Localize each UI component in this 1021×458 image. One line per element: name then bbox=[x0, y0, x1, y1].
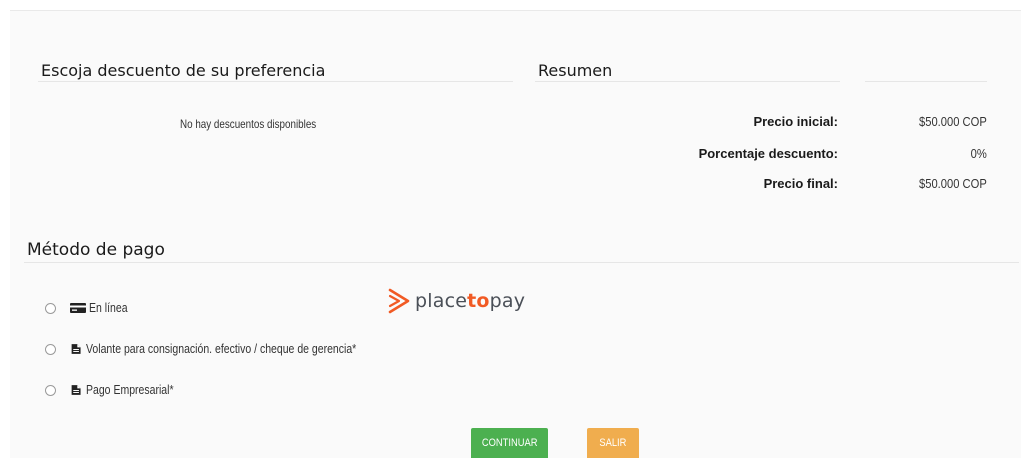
final-price-label: Precio final: bbox=[763, 176, 838, 191]
payment-option-online-radio[interactable] bbox=[45, 302, 56, 314]
payment-option-voucher-label: Volante para consignación. efectivo / ch… bbox=[86, 342, 357, 356]
discount-percent-value: 0% bbox=[970, 146, 987, 161]
payment-option-business-radio[interactable] bbox=[45, 384, 56, 396]
placetopay-wordmark: placetopay bbox=[415, 290, 526, 312]
initial-price-label: Precio inicial: bbox=[753, 114, 838, 129]
continue-button[interactable]: CONTINUAR bbox=[471, 428, 548, 458]
payment-option-business-label: Pago Empresarial* bbox=[86, 383, 174, 397]
document-icon bbox=[71, 344, 81, 354]
initial-price-value: $50.000 COP bbox=[919, 114, 987, 129]
payment-option-voucher-radio[interactable] bbox=[45, 343, 56, 355]
payment-option-business[interactable]: Pago Empresarial* bbox=[45, 381, 190, 399]
summary-divider-right bbox=[865, 81, 987, 82]
discounts-title: Escoja descuento de su preferencia bbox=[41, 61, 326, 80]
discount-percent-label: Porcentaje descuento: bbox=[698, 146, 838, 161]
payment-option-voucher[interactable]: Volante para consignación. efectivo / ch… bbox=[45, 340, 408, 358]
summary-title: Resumen bbox=[538, 61, 613, 80]
summary-divider bbox=[535, 81, 840, 82]
payment-method-title: Método de pago bbox=[27, 240, 165, 260]
payment-option-online-label: En línea bbox=[89, 301, 128, 315]
placetopay-logo-icon bbox=[388, 288, 410, 314]
discounts-divider bbox=[38, 81, 513, 82]
credit-card-icon bbox=[70, 303, 86, 313]
document-icon bbox=[71, 385, 81, 395]
placetopay-logo: placetopay bbox=[387, 288, 525, 314]
payment-divider bbox=[24, 262, 1019, 263]
payment-option-online[interactable]: En línea bbox=[45, 299, 135, 317]
no-discounts-message: No hay descuentos disponibles bbox=[180, 117, 317, 131]
final-price-value: $50.000 COP bbox=[919, 176, 987, 191]
exit-button[interactable]: SALIR bbox=[587, 428, 639, 458]
